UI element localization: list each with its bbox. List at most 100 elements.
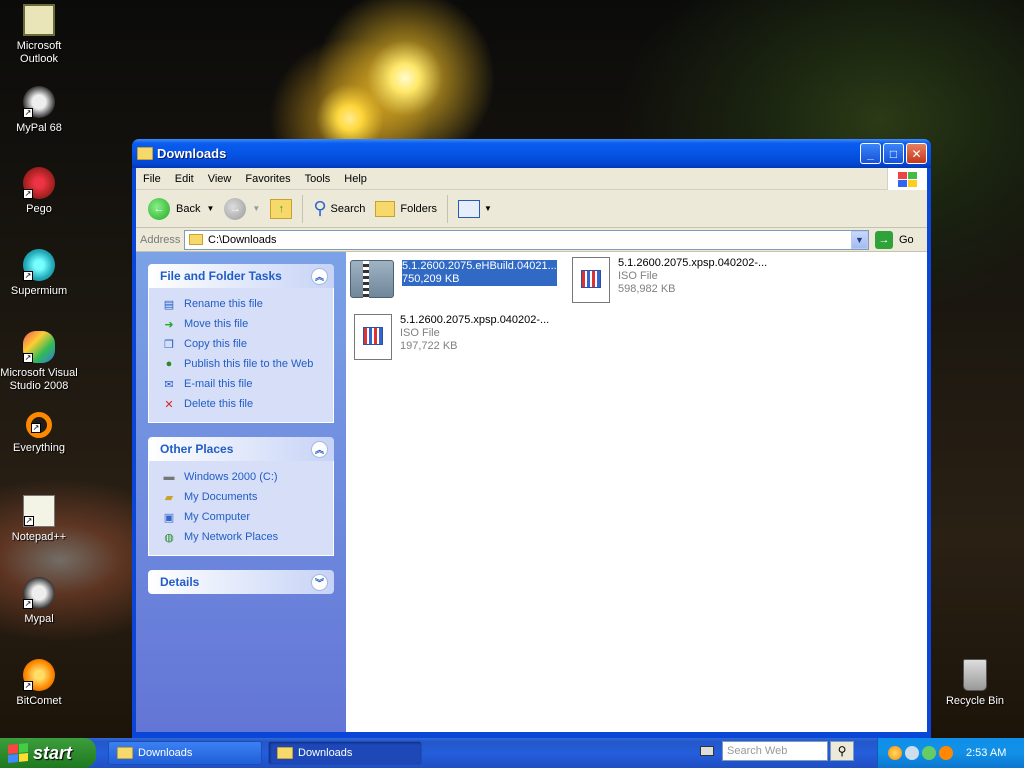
task-rename[interactable]: ▤ Rename this file xyxy=(161,294,321,314)
clock[interactable]: 2:53 AM xyxy=(966,747,1006,759)
menu-help[interactable]: Help xyxy=(337,173,374,185)
search-button[interactable]: ⚲ Search xyxy=(309,194,369,224)
my-computer-icon: ▣ xyxy=(163,511,175,524)
details-group: Details ︾ xyxy=(148,570,334,594)
desktop-icon-outlook[interactable]: Microsoft Outlook xyxy=(0,4,78,66)
file-size: 598,982 KB xyxy=(618,283,676,295)
details-header[interactable]: Details ︾ xyxy=(148,570,334,594)
desktop-icon-label: Mypal xyxy=(24,613,54,625)
place-label: My Documents xyxy=(184,491,258,503)
menu-bar: File Edit View Favorites Tools Help xyxy=(136,168,927,190)
up-button[interactable]: ↑ xyxy=(266,194,296,224)
window-title: Downloads xyxy=(157,146,227,161)
menu-edit[interactable]: Edit xyxy=(168,173,201,185)
web-search-input[interactable]: Search Web xyxy=(722,741,828,761)
close-button[interactable]: ✕ xyxy=(906,143,927,164)
task-email[interactable]: ✉ E-mail this file xyxy=(161,374,321,394)
back-button[interactable]: ← Back ▼ xyxy=(144,194,218,224)
minimize-icon: _ xyxy=(867,146,874,161)
place-my-documents[interactable]: ▰ My Documents xyxy=(161,487,321,507)
place-my-network[interactable]: ◍ My Network Places xyxy=(161,527,321,547)
folder-icon xyxy=(137,147,153,160)
desktop-icon-recycle-bin[interactable]: Recycle Bin xyxy=(936,659,1014,708)
desktop-icon-mypal[interactable]: ↗ Mypal xyxy=(0,577,78,626)
file-item[interactable]: 5.1.2600.2075.xpsp.040202-... ISO File 5… xyxy=(572,257,792,303)
tray-network-icon[interactable] xyxy=(922,746,936,760)
collapse-chevron-icon[interactable]: ︽ xyxy=(311,267,328,285)
visual-studio-icon: ↗ xyxy=(23,331,55,363)
file-folder-tasks-header[interactable]: File and Folder Tasks ︽ xyxy=(148,264,334,288)
toolbar-separator xyxy=(302,194,304,223)
taskbar-button-downloads[interactable]: Downloads xyxy=(108,741,262,765)
file-folder-tasks-group: File and Folder Tasks ︽ ▤ Rename this fil… xyxy=(148,264,334,423)
place-drive-c[interactable]: ▬ Windows 2000 (C:) xyxy=(161,467,321,487)
file-item[interactable]: 5.1.2600.2075.eHBuild.04021... 750,209 K… xyxy=(350,260,570,299)
desktop-icon-visual-studio[interactable]: ↗ Microsoft Visual Studio 2008 xyxy=(0,331,78,393)
other-places-header[interactable]: Other Places ︽ xyxy=(148,437,334,461)
address-input[interactable]: C:\Downloads ▼ xyxy=(184,229,869,250)
search-icon: ⚲ xyxy=(837,744,847,758)
forward-button[interactable]: → ▼ xyxy=(220,194,264,224)
collapse-chevron-icon[interactable]: ︽ xyxy=(311,440,328,458)
desktop-icon-everything[interactable]: ↗ Everything xyxy=(0,412,78,455)
task-move[interactable]: ➜ Move this file xyxy=(161,314,321,334)
views-button[interactable]: ▼ xyxy=(454,194,496,224)
mypal-icon: ↗ xyxy=(23,577,55,609)
maximize-button[interactable]: □ xyxy=(883,143,904,164)
pego-icon: ↗ xyxy=(23,167,55,199)
notepadpp-icon: ↗ xyxy=(23,495,55,527)
up-folder-icon: ↑ xyxy=(270,198,293,219)
recycle-bin-icon xyxy=(963,659,987,691)
task-delete[interactable]: ✕ Delete this file xyxy=(161,394,321,414)
tray-magnifier-icon[interactable] xyxy=(939,746,953,760)
folders-button[interactable]: Folders xyxy=(371,194,441,224)
taskbar-button-downloads-active[interactable]: Downloads xyxy=(268,741,422,765)
web-search-button[interactable]: ⚲ xyxy=(830,741,854,761)
address-dropdown-icon[interactable]: ▼ xyxy=(851,230,868,249)
task-copy[interactable]: ❐ Copy this file xyxy=(161,334,321,354)
desktop-icon-label: Pego xyxy=(26,203,52,215)
web-search-bar: Search Web ⚲ xyxy=(700,741,854,761)
place-my-computer[interactable]: ▣ My Computer xyxy=(161,507,321,527)
tray-app-icon[interactable] xyxy=(888,746,902,760)
desktop-icon-supermium[interactable]: ↗ Supermium xyxy=(0,249,78,298)
group-title: Other Places xyxy=(160,442,234,456)
standard-toolbar: ← Back ▼ → ▼ ↑ ⚲ Search Folders ▼ xyxy=(136,190,927,228)
expand-chevron-icon[interactable]: ︾ xyxy=(311,573,328,591)
taskbar-button-label: Downloads xyxy=(138,747,193,759)
tray-search-icon[interactable] xyxy=(905,746,919,760)
iso-file-icon xyxy=(572,257,610,303)
windows-logo-icon xyxy=(887,168,927,190)
back-label: Back xyxy=(176,202,201,215)
back-dropdown-icon[interactable]: ▼ xyxy=(206,204,214,213)
views-dropdown-icon: ▼ xyxy=(484,204,492,213)
menu-file[interactable]: File xyxy=(136,173,168,185)
desktop-icon-mypal68[interactable]: ↗ MyPal 68 xyxy=(0,86,78,135)
group-title: File and Folder Tasks xyxy=(160,269,282,283)
mypal-icon: ↗ xyxy=(23,86,55,118)
menu-favorites[interactable]: Favorites xyxy=(238,173,297,185)
keyboard-icon xyxy=(700,746,714,756)
explorer-window: Downloads _ □ ✕ File Edit View Favorites… xyxy=(132,139,931,738)
address-bar: Address C:\Downloads ▼ → Go xyxy=(136,228,927,252)
start-button[interactable]: start xyxy=(0,738,96,768)
outlook-icon xyxy=(23,4,55,36)
go-arrow-icon: → xyxy=(875,230,893,249)
supermium-icon: ↗ xyxy=(23,249,55,281)
go-button[interactable]: → Go xyxy=(875,230,923,249)
menu-tools[interactable]: Tools xyxy=(298,173,338,185)
menu-view[interactable]: View xyxy=(201,173,239,185)
window-titlebar[interactable]: Downloads _ □ ✕ xyxy=(132,139,931,168)
folder-icon xyxy=(117,747,133,759)
desktop-icon-label: Notepad++ xyxy=(11,531,67,543)
task-publish[interactable]: ● Publish this file to the Web xyxy=(161,354,321,374)
close-icon: ✕ xyxy=(911,146,922,161)
minimize-button[interactable]: _ xyxy=(860,143,881,164)
desktop-icon-pego[interactable]: ↗ Pego xyxy=(0,167,78,216)
desktop-icon-bitcomet[interactable]: ↗ BitComet xyxy=(0,659,78,708)
file-item[interactable]: 5.1.2600.2075.xpsp.040202-... ISO File 1… xyxy=(354,314,574,360)
forward-dropdown-icon[interactable]: ▼ xyxy=(252,204,260,213)
desktop-icon-notepadpp[interactable]: ↗ Notepad++ xyxy=(0,495,78,544)
toolbar-separator xyxy=(447,194,449,223)
globe-icon: ● xyxy=(165,358,173,370)
